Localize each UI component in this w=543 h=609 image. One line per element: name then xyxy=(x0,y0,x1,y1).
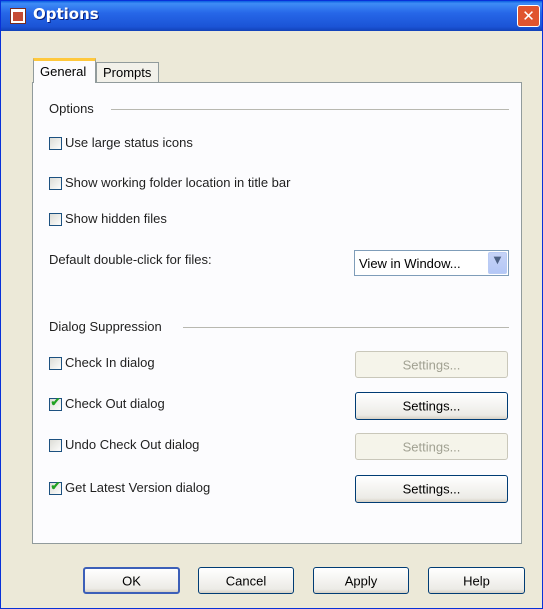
dialog-group-title: Dialog Suppression xyxy=(49,319,162,334)
tab-general-label: General xyxy=(40,64,87,79)
title-bar[interactable]: Options ✕ xyxy=(1,1,542,31)
tab-general[interactable]: General xyxy=(33,58,96,83)
default-double-click-label: Default double-click for files: xyxy=(49,252,212,267)
check-in-settings-button[interactable]: Settings... xyxy=(355,351,508,378)
options-group-title: Options xyxy=(49,101,94,116)
dialog-group-line xyxy=(183,327,509,328)
get-latest-version-settings-button[interactable]: Settings... xyxy=(355,475,508,503)
chevron-down-icon: ▼ xyxy=(493,255,502,266)
check-out-settings-button[interactable]: Settings... xyxy=(355,392,508,420)
checkbox-box[interactable] xyxy=(49,357,62,370)
tab-prompts[interactable]: Prompts xyxy=(96,62,159,83)
checkbox-label: Get Latest Version dialog xyxy=(65,480,211,495)
button-label: Cancel xyxy=(225,573,267,588)
button-label: Settings... xyxy=(402,398,461,414)
checkbox-box[interactable] xyxy=(49,177,62,190)
checkbox-label: Check Out dialog xyxy=(65,396,165,411)
button-label: Settings... xyxy=(402,357,461,372)
checkbox-box[interactable] xyxy=(49,213,62,226)
button-label: Settings... xyxy=(402,439,461,454)
options-dialog: Options ✕ General Prompts Options Use la… xyxy=(0,0,543,609)
options-group-line xyxy=(111,109,509,110)
select-value: View in Window... xyxy=(359,256,461,271)
undo-check-out-settings-button[interactable]: Settings... xyxy=(355,433,508,460)
ok-button[interactable]: OK xyxy=(83,567,180,594)
checkbox-label: Show hidden files xyxy=(65,211,167,226)
checkbox-label: Check In dialog xyxy=(65,355,155,370)
checkbox-box[interactable] xyxy=(49,137,62,150)
apply-button[interactable]: Apply xyxy=(313,567,409,594)
checkbox-box[interactable] xyxy=(49,439,62,452)
cancel-button[interactable]: Cancel xyxy=(198,567,294,594)
button-label: Help xyxy=(463,573,490,588)
dropdown-button[interactable]: ▼ xyxy=(488,252,507,274)
button-label: OK xyxy=(122,573,141,588)
button-label: Settings... xyxy=(402,481,461,497)
close-button[interactable]: ✕ xyxy=(517,5,540,27)
checkbox-label: Use large status icons xyxy=(65,135,193,150)
help-button[interactable]: Help xyxy=(428,567,525,594)
close-icon: ✕ xyxy=(522,7,535,25)
checkbox-box[interactable]: ✔ xyxy=(49,479,62,495)
default-double-click-select[interactable]: View in Window... ▼ xyxy=(354,250,509,276)
checkbox-box[interactable]: ✔ xyxy=(49,395,62,411)
button-label: Apply xyxy=(344,573,378,588)
check-icon: ✔ xyxy=(50,479,61,493)
checkbox-label: Undo Check Out dialog xyxy=(65,437,200,452)
tab-prompts-label: Prompts xyxy=(103,65,152,80)
checkbox-label: Show working folder location in title ba… xyxy=(65,175,291,190)
app-icon xyxy=(10,8,26,24)
window-title: Options xyxy=(33,5,99,23)
check-icon: ✔ xyxy=(50,395,61,409)
